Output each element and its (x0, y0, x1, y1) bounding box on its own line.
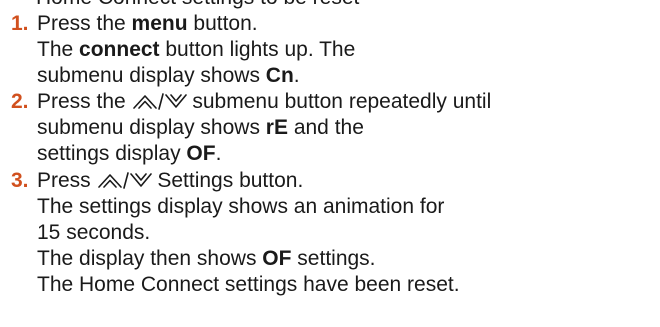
step-body: Press the submenu button repeatedly unti… (37, 89, 657, 167)
step-body: Press Settings button. The settings disp… (37, 168, 657, 298)
step-line: The Home Connect settings have been rese… (37, 273, 460, 296)
step-line: The settings display shows an animation … (37, 195, 445, 218)
step-number: 3. (11, 169, 29, 192)
step-line: settings display OF. (37, 142, 222, 165)
step-line: 15 seconds. (37, 221, 151, 244)
connect-keyword: connect (79, 38, 160, 61)
step-number: 1. (11, 12, 29, 35)
step-line: submenu display shows rE and the (37, 116, 364, 139)
display-code: Cn (265, 64, 294, 87)
step-line: The connect button lights up. The (37, 38, 356, 61)
step-line: submenu display shows Cn. (37, 64, 300, 87)
step-line: The display then shows OF settings. (37, 247, 376, 270)
display-code: OF (186, 142, 216, 165)
display-code: rE (265, 116, 288, 139)
up-down-chevron-icon (132, 91, 187, 111)
step-line: Press Settings button. (37, 169, 304, 192)
step-number: 2. (11, 90, 29, 113)
up-down-chevron-icon (97, 170, 152, 190)
step-body: Press the menu button. The connect butto… (37, 11, 657, 89)
instruction-steps: 1. Press the menu button. The connect bu… (0, 0, 660, 327)
step-line: Press the submenu button repeatedly unti… (37, 90, 492, 113)
display-code: OF (262, 247, 292, 270)
step-line: Press the menu button. (37, 12, 258, 35)
menu-keyword: menu (131, 12, 188, 35)
